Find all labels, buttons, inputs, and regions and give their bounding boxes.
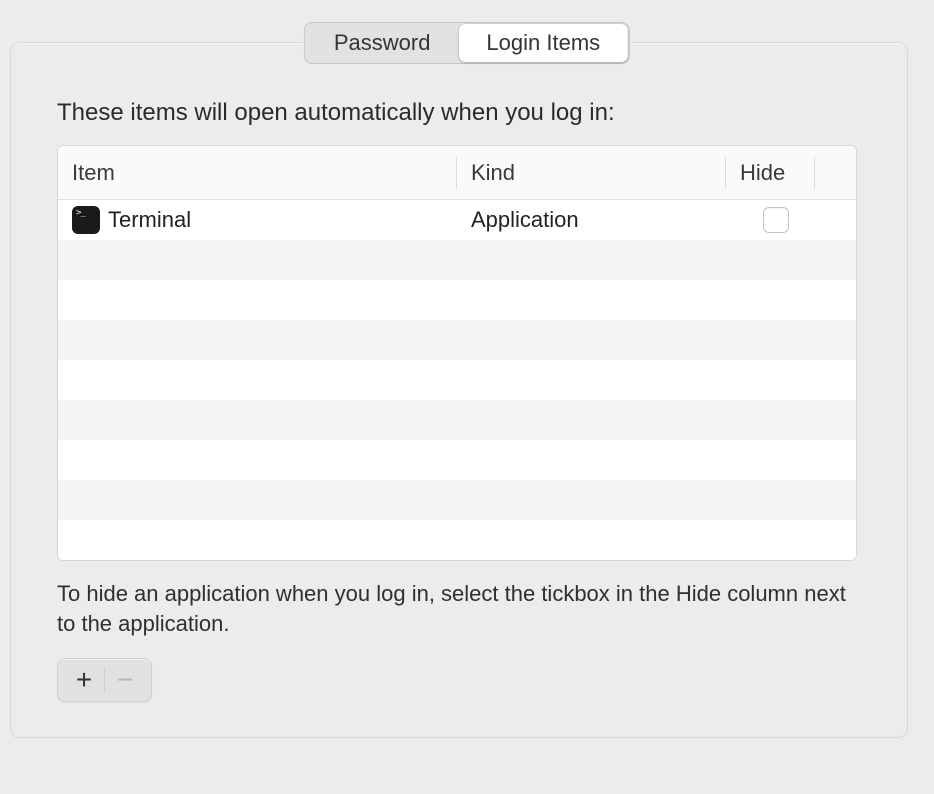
tab-bar: Password Login Items bbox=[304, 22, 630, 64]
login-items-table: Item Kind Hide Terminal Application bbox=[57, 145, 857, 561]
table-row-empty bbox=[58, 400, 856, 440]
hide-checkbox[interactable] bbox=[763, 207, 789, 233]
item-name-label: Terminal bbox=[108, 207, 191, 233]
cell-kind: Application bbox=[457, 207, 726, 233]
add-remove-button-group: + − bbox=[57, 658, 152, 702]
terminal-icon bbox=[72, 206, 100, 234]
column-header-hide[interactable]: Hide bbox=[726, 160, 814, 186]
cell-hide bbox=[726, 207, 826, 233]
footer-help-text: To hide an application when you log in, … bbox=[57, 579, 857, 638]
login-items-panel: These items will open automatically when… bbox=[10, 42, 908, 738]
table-row-empty bbox=[58, 360, 856, 400]
tab-password[interactable]: Password bbox=[306, 24, 459, 62]
table-row-empty bbox=[58, 440, 856, 480]
table-row-empty bbox=[58, 520, 856, 560]
table-row-empty bbox=[58, 480, 856, 520]
tab-login-items[interactable]: Login Items bbox=[458, 24, 628, 62]
plus-icon: + bbox=[76, 664, 92, 696]
add-button[interactable]: + bbox=[64, 659, 104, 701]
panel-heading: These items will open automatically when… bbox=[57, 99, 857, 127]
table-row-empty bbox=[58, 240, 856, 280]
table-row-empty bbox=[58, 280, 856, 320]
minus-icon: − bbox=[117, 664, 133, 696]
table-body: Terminal Application bbox=[58, 200, 856, 560]
remove-button[interactable]: − bbox=[105, 659, 145, 701]
column-header-kind[interactable]: Kind bbox=[457, 160, 725, 186]
table-row[interactable]: Terminal Application bbox=[58, 200, 856, 240]
table-row-empty bbox=[58, 320, 856, 360]
column-divider bbox=[814, 157, 815, 189]
table-header: Item Kind Hide bbox=[58, 146, 856, 200]
cell-item: Terminal bbox=[58, 206, 457, 234]
column-header-item[interactable]: Item bbox=[58, 160, 456, 186]
